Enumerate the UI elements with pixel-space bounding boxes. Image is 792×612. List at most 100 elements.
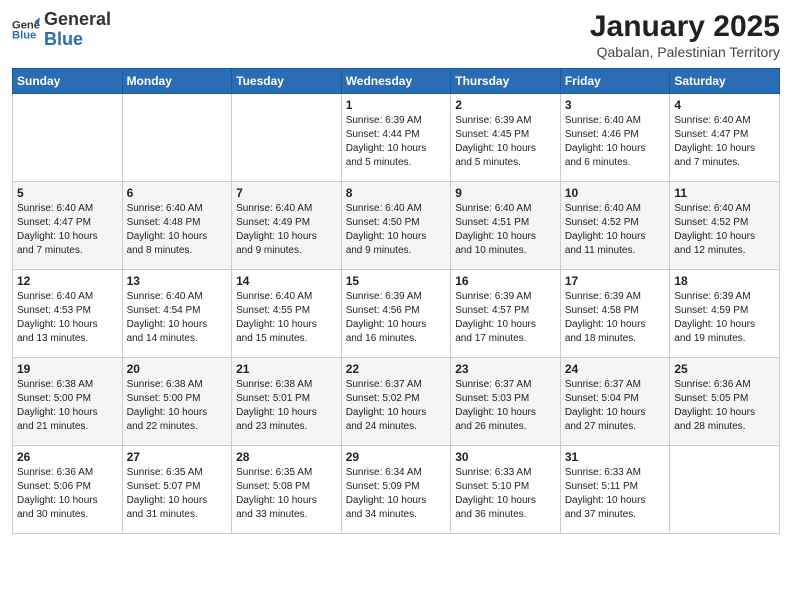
logo: General Blue General Blue — [12, 10, 111, 50]
day-number: 23 — [455, 362, 556, 376]
calendar-cell: 29Sunrise: 6:34 AM Sunset: 5:09 PM Dayli… — [341, 446, 451, 534]
calendar-cell: 4Sunrise: 6:40 AM Sunset: 4:47 PM Daylig… — [670, 94, 780, 182]
day-info: Sunrise: 6:37 AM Sunset: 5:04 PM Dayligh… — [565, 378, 666, 434]
day-number: 7 — [236, 186, 337, 200]
day-number: 13 — [127, 274, 228, 288]
day-info: Sunrise: 6:40 AM Sunset: 4:50 PM Dayligh… — [346, 202, 447, 258]
calendar-cell: 20 Sunrise: 6:38 AM Sunset: 5:00 PM Dayli… — [122, 358, 232, 446]
day-info: Sunrise: 6:39 AM Sunset: 4:44 PM Dayligh… — [346, 114, 447, 170]
header-sunday: Sunday — [13, 69, 123, 94]
calendar-cell: 15 Sunrise: 6:39 AM Sunset: 4:56 PM Dayli… — [341, 270, 451, 358]
day-info: Sunrise: 6:38 AM Sunset: 5:00 PM Dayligh… — [17, 378, 118, 434]
day-info: Sunrise: 6:33 AM Sunset: 5:11 PM Dayligh… — [565, 466, 666, 522]
calendar-cell: 1 Sunrise: 6:39 AM Sunset: 4:44 PM Daylig… — [341, 94, 451, 182]
day-number: 5 — [17, 186, 118, 200]
day-info: Sunrise: 6:40 AM Sunset: 4:51 PM Dayligh… — [455, 202, 556, 258]
day-info: Sunrise: 6:33 AM Sunset: 5:10 PM Dayligh… — [455, 466, 556, 522]
day-number: 28 — [236, 450, 337, 464]
day-info: Sunrise: 6:36 AM Sunset: 5:06 PM Dayligh… — [17, 466, 118, 522]
day-number: 17 — [565, 274, 666, 288]
day-info: Sunrise: 6:40 AM Sunset: 4:55 PM Dayligh… — [236, 290, 337, 346]
calendar-cell: 9 Sunrise: 6:40 AM Sunset: 4:51 PM Daylig… — [451, 182, 561, 270]
calendar-cell — [13, 94, 123, 182]
day-number: 3 — [565, 98, 666, 112]
day-info: Sunrise: 6:35 AM Sunset: 5:08 PM Dayligh… — [236, 466, 337, 522]
day-number: 15 — [346, 274, 447, 288]
day-number: 26 — [17, 450, 118, 464]
day-info: Sunrise: 6:39 AM Sunset: 4:56 PM Dayligh… — [346, 290, 447, 346]
calendar-cell: 28 Sunrise: 6:35 AM Sunset: 5:08 PM Dayli… — [232, 446, 342, 534]
calendar-cell: 27Sunrise: 6:35 AM Sunset: 5:07 PM Dayli… — [122, 446, 232, 534]
day-info: Sunrise: 6:39 AM Sunset: 4:45 PM Dayligh… — [455, 114, 556, 170]
day-info: Sunrise: 6:38 AM Sunset: 5:00 PM Dayligh… — [127, 378, 228, 434]
day-number: 12 — [17, 274, 118, 288]
day-info: Sunrise: 6:37 AM Sunset: 5:03 PM Dayligh… — [455, 378, 556, 434]
weekday-header-row: Sunday Monday Tuesday Wednesday Thursday… — [13, 69, 780, 94]
calendar-cell: 22 Sunrise: 6:37 AM Sunset: 5:02 PM Dayli… — [341, 358, 451, 446]
day-number: 6 — [127, 186, 228, 200]
day-info: Sunrise: 6:36 AM Sunset: 5:05 PM Dayligh… — [674, 378, 775, 434]
header-thursday: Thursday — [451, 69, 561, 94]
day-info: Sunrise: 6:39 AM Sunset: 4:58 PM Dayligh… — [565, 290, 666, 346]
day-number: 24 — [565, 362, 666, 376]
day-info: Sunrise: 6:40 AM Sunset: 4:48 PM Dayligh… — [127, 202, 228, 258]
calendar-cell — [232, 94, 342, 182]
day-number: 1 — [346, 98, 447, 112]
calendar-cell: 16Sunrise: 6:39 AM Sunset: 4:57 PM Dayli… — [451, 270, 561, 358]
day-number: 4 — [674, 98, 775, 112]
calendar-cell: 30 Sunrise: 6:33 AM Sunset: 5:10 PM Dayli… — [451, 446, 561, 534]
page-container: General Blue General Blue January 2025 Q… — [0, 0, 792, 544]
logo-blue: Blue — [44, 30, 111, 50]
calendar-cell: 17 Sunrise: 6:39 AM Sunset: 4:58 PM Dayli… — [560, 270, 670, 358]
day-number: 16 — [455, 274, 556, 288]
day-number: 25 — [674, 362, 775, 376]
day-info: Sunrise: 6:34 AM Sunset: 5:09 PM Dayligh… — [346, 466, 447, 522]
day-number: 30 — [455, 450, 556, 464]
calendar-subtitle: Qabalan, Palestinian Territory — [590, 44, 780, 60]
calendar-row-1: 1 Sunrise: 6:39 AM Sunset: 4:44 PM Daylig… — [13, 94, 780, 182]
calendar-cell: 2Sunrise: 6:39 AM Sunset: 4:45 PM Daylig… — [451, 94, 561, 182]
day-number: 11 — [674, 186, 775, 200]
day-number: 31 — [565, 450, 666, 464]
day-number: 20 — [127, 362, 228, 376]
logo-general: General — [44, 10, 111, 30]
calendar-row-2: 5 Sunrise: 6:40 AM Sunset: 4:47 PM Daylig… — [13, 182, 780, 270]
calendar-cell — [122, 94, 232, 182]
day-number: 18 — [674, 274, 775, 288]
calendar-cell: 12 Sunrise: 6:40 AM Sunset: 4:53 PM Dayli… — [13, 270, 123, 358]
header: General Blue General Blue January 2025 Q… — [12, 10, 780, 60]
day-number: 10 — [565, 186, 666, 200]
calendar-row-3: 12 Sunrise: 6:40 AM Sunset: 4:53 PM Dayli… — [13, 270, 780, 358]
calendar-cell: 18Sunrise: 6:39 AM Sunset: 4:59 PM Dayli… — [670, 270, 780, 358]
day-info: Sunrise: 6:38 AM Sunset: 5:01 PM Dayligh… — [236, 378, 337, 434]
header-wednesday: Wednesday — [341, 69, 451, 94]
header-friday: Friday — [560, 69, 670, 94]
day-info: Sunrise: 6:40 AM Sunset: 4:47 PM Dayligh… — [17, 202, 118, 258]
day-info: Sunrise: 6:37 AM Sunset: 5:02 PM Dayligh… — [346, 378, 447, 434]
day-number: 19 — [17, 362, 118, 376]
day-info: Sunrise: 6:40 AM Sunset: 4:49 PM Dayligh… — [236, 202, 337, 258]
title-block: January 2025 Qabalan, Palestinian Territ… — [590, 10, 780, 60]
day-number: 9 — [455, 186, 556, 200]
calendar-row-5: 26 Sunrise: 6:36 AM Sunset: 5:06 PM Dayli… — [13, 446, 780, 534]
day-number: 8 — [346, 186, 447, 200]
header-tuesday: Tuesday — [232, 69, 342, 94]
calendar-cell: 8 Sunrise: 6:40 AM Sunset: 4:50 PM Daylig… — [341, 182, 451, 270]
day-number: 21 — [236, 362, 337, 376]
calendar-cell: 13 Sunrise: 6:40 AM Sunset: 4:54 PM Dayli… — [122, 270, 232, 358]
header-monday: Monday — [122, 69, 232, 94]
calendar-cell: 24 Sunrise: 6:37 AM Sunset: 5:04 PM Dayli… — [560, 358, 670, 446]
calendar-title: January 2025 — [590, 10, 780, 44]
calendar-cell: 21 Sunrise: 6:38 AM Sunset: 5:01 PM Dayli… — [232, 358, 342, 446]
calendar-cell: 11Sunrise: 6:40 AM Sunset: 4:52 PM Dayli… — [670, 182, 780, 270]
day-info: Sunrise: 6:40 AM Sunset: 4:53 PM Dayligh… — [17, 290, 118, 346]
calendar-cell: 23 Sunrise: 6:37 AM Sunset: 5:03 PM Dayli… — [451, 358, 561, 446]
day-number: 22 — [346, 362, 447, 376]
calendar-cell: 6 Sunrise: 6:40 AM Sunset: 4:48 PM Daylig… — [122, 182, 232, 270]
calendar-cell: 3Sunrise: 6:40 AM Sunset: 4:46 PM Daylig… — [560, 94, 670, 182]
day-number: 14 — [236, 274, 337, 288]
calendar-cell: 31 Sunrise: 6:33 AM Sunset: 5:11 PM Dayli… — [560, 446, 670, 534]
day-info: Sunrise: 6:40 AM Sunset: 4:52 PM Dayligh… — [565, 202, 666, 258]
day-info: Sunrise: 6:40 AM Sunset: 4:54 PM Dayligh… — [127, 290, 228, 346]
calendar-cell — [670, 446, 780, 534]
